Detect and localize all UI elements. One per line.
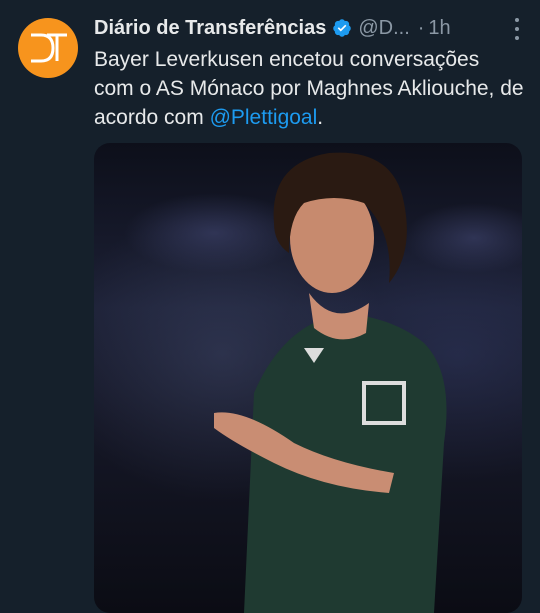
separator-dot: · xyxy=(417,16,425,39)
avatar-logo xyxy=(31,33,67,63)
author-handle[interactable]: @D... xyxy=(358,17,409,40)
more-options-icon[interactable] xyxy=(514,18,520,40)
tweet-text-end: . xyxy=(317,106,324,129)
tweet-header: Diário de Transferências @D... · 1h xyxy=(94,13,526,43)
author-name[interactable]: Diário de Transferências xyxy=(94,17,326,40)
tweet-timestamp[interactable]: 1h xyxy=(428,17,450,40)
tweet-media-image[interactable] xyxy=(94,143,522,613)
tweet-text: Bayer Leverkusen encetou conversações co… xyxy=(94,45,524,132)
author-avatar[interactable] xyxy=(18,18,78,78)
verified-badge-icon xyxy=(333,19,352,37)
player-photo xyxy=(124,152,522,613)
mention-link[interactable]: @Plettigoal xyxy=(210,106,318,129)
